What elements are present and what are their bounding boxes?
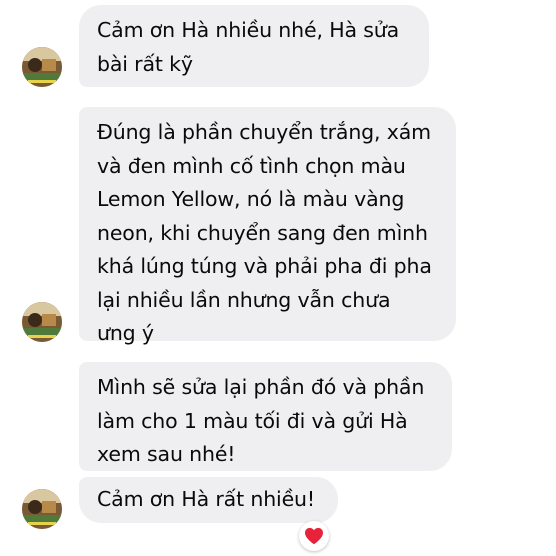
heart-icon — [305, 527, 323, 545]
message-bubble[interactable]: Mình sẽ sửa lại phần đó và phần làm cho … — [79, 362, 452, 471]
message-bubble[interactable]: Cảm ơn Hà nhiều nhé, Hà sửa bài rất kỹ — [79, 5, 429, 87]
message-bubble[interactable]: Đúng là phần chuyển trắng, xám và đen mì… — [79, 107, 456, 345]
chat-thread: Cảm ơn Hà nhiều nhé, Hà sửa bài rất kỹ Đ… — [0, 0, 556, 556]
avatar[interactable] — [22, 47, 62, 87]
avatar[interactable] — [22, 489, 62, 529]
avatar[interactable] — [22, 302, 62, 342]
reaction-badge[interactable] — [299, 521, 329, 551]
message-bubble[interactable]: Cảm ơn Hà rất nhiều! — [79, 477, 338, 523]
